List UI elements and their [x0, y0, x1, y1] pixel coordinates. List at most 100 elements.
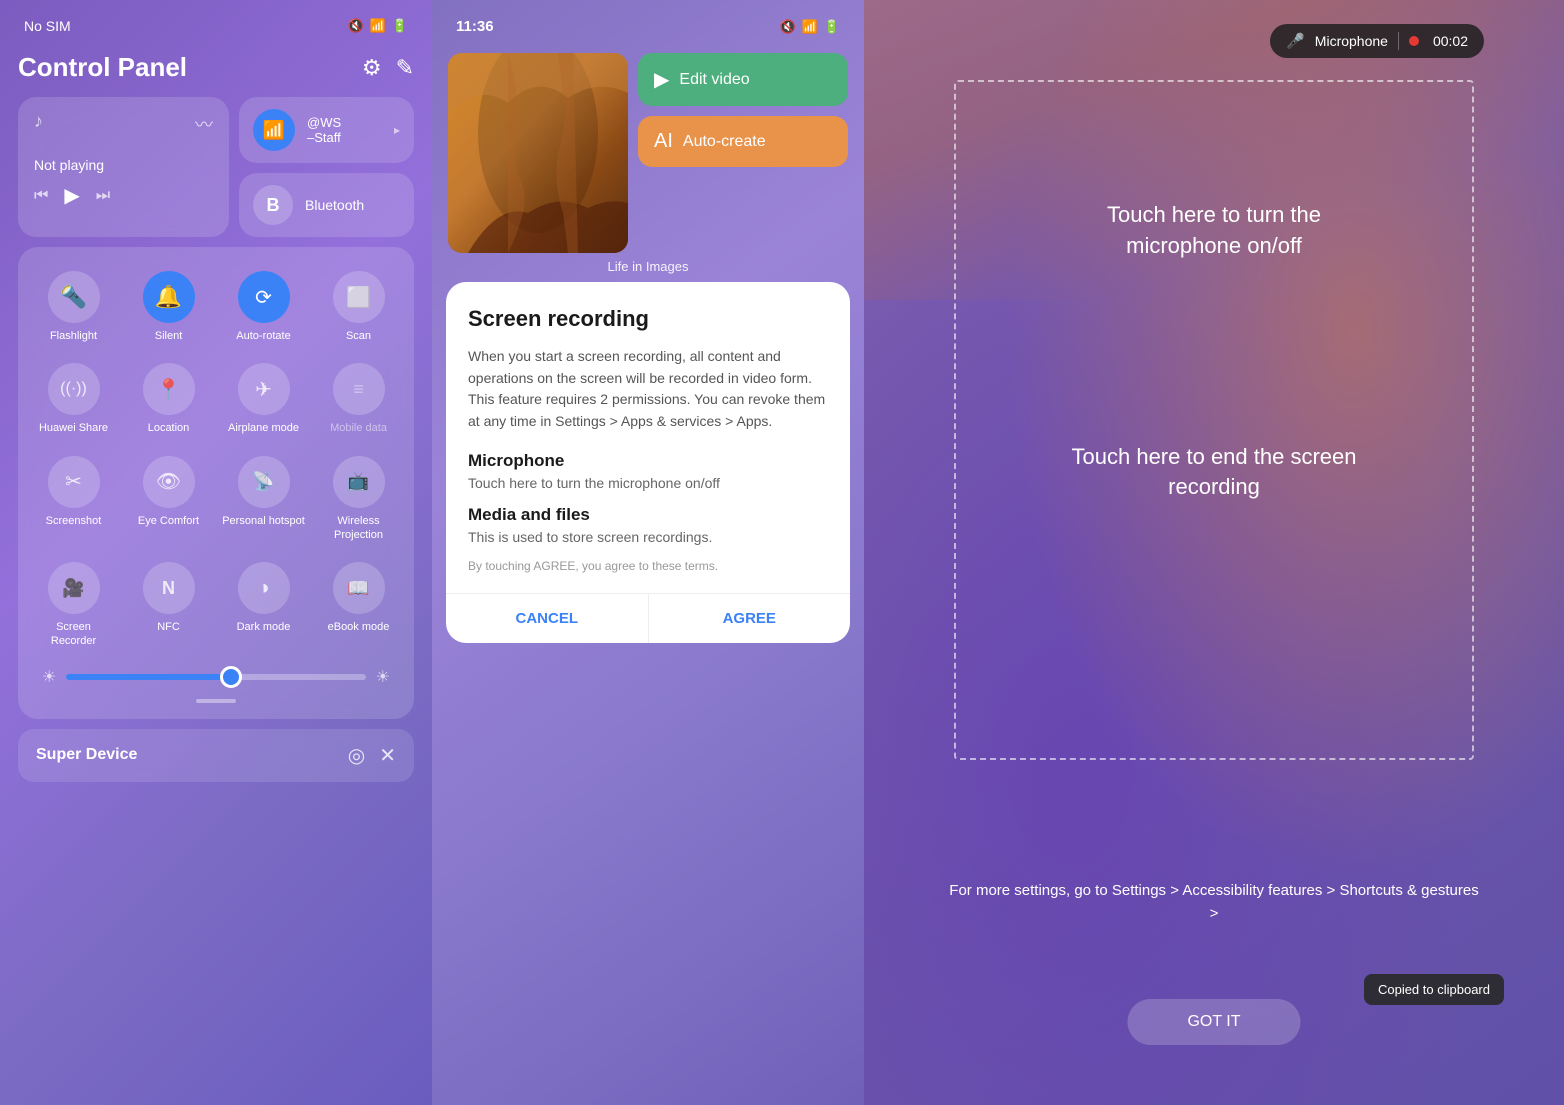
media-wifi-row: ♪ 〰 Not playing ⏮ ▶ ⏭ 📶 @WS: [18, 97, 414, 237]
nfc-circle: N: [143, 562, 195, 614]
eye-comfort-label: Eye Comfort: [138, 514, 199, 528]
dark-mode-circle: ◑: [238, 562, 290, 614]
brightness-row: ☀ ☀: [28, 657, 404, 691]
prev-button[interactable]: ⏮: [34, 187, 48, 205]
settings-hint-text: For more settings, go to Settings > Acce…: [944, 880, 1484, 925]
super-device-title: Super Device: [36, 746, 137, 764]
wifi-icon: 📶: [370, 18, 386, 34]
toggle-nfc[interactable]: N NFC: [123, 554, 214, 657]
no-sim-label: No SIM: [24, 18, 71, 34]
huawei-share-label: Huawei Share: [39, 421, 108, 435]
ebook-circle: 📖: [333, 562, 385, 614]
toggle-screenshot[interactable]: ✂ Screenshot: [28, 448, 119, 551]
screen-recording-panel: 11:36 🔇 📶 🔋: [432, 0, 864, 1105]
autorotate-label: Auto-rotate: [236, 329, 290, 343]
close-icon[interactable]: ✕: [379, 743, 396, 768]
scan-icon: ⬜: [346, 285, 371, 310]
status-icons-1: 🔇 📶 🔋: [347, 18, 408, 34]
wifi-icon-2: 📶: [802, 19, 818, 35]
mute-icon: 🔇: [347, 18, 363, 34]
brightness-thumb: [220, 666, 242, 688]
touch-end-instruction: Touch here to end the screen recording: [944, 442, 1484, 504]
toggle-mobile-data[interactable]: ≡ Mobile data: [313, 355, 404, 443]
edit-video-button[interactable]: ▶ Edit video: [638, 53, 848, 106]
perm-microphone-title: Microphone: [468, 451, 828, 471]
ebook-icon: 📖: [347, 578, 369, 599]
time-label: 11:36: [456, 18, 494, 35]
brightness-high-icon: ☀: [376, 667, 390, 687]
toggle-dark-mode[interactable]: ◑ Dark mode: [218, 554, 309, 657]
toggle-scan[interactable]: ⬜ Scan: [313, 263, 404, 351]
toggle-flashlight[interactable]: 🔦 Flashlight: [28, 263, 119, 351]
cp-title: Control Panel: [18, 52, 187, 83]
flashlight-icon: 🔦: [60, 284, 87, 310]
screenshot-icon: ✂: [65, 469, 82, 494]
screenshot-label: Screenshot: [46, 514, 102, 528]
toggle-autorotate[interactable]: ⟳ Auto-rotate: [218, 263, 309, 351]
status-icons-2: 🔇 📶 🔋: [779, 19, 840, 35]
wifi-indicator: 📶: [253, 109, 295, 151]
toggle-silent[interactable]: 🔔 Silent: [123, 263, 214, 351]
toggle-airplane[interactable]: ✈ Airplane mode: [218, 355, 309, 443]
brightness-fill: [66, 674, 231, 680]
settings-icon[interactable]: ⚙: [362, 55, 382, 81]
brightness-track[interactable]: [66, 674, 365, 680]
flashlight-label: Flashlight: [50, 329, 97, 343]
wifi-ssid-line1: @WS: [307, 115, 341, 130]
toggle-huawei-share[interactable]: ((·)) Huawei Share: [28, 355, 119, 443]
perm-media-desc: This is used to store screen recordings.: [468, 529, 828, 545]
got-it-button[interactable]: GOT IT: [1127, 999, 1300, 1045]
silent-label: Silent: [155, 329, 183, 343]
pull-bar: [196, 699, 236, 703]
next-button[interactable]: ⏭: [96, 187, 110, 205]
media-thumbnail: [448, 53, 628, 253]
bluetooth-card[interactable]: B Bluetooth: [239, 173, 414, 237]
toggle-screen-recorder[interactable]: 🎥 Screen Recorder: [28, 554, 119, 657]
toggle-hotspot[interactable]: 📡 Personal hotspot: [218, 448, 309, 551]
toggles-card: 🔦 Flashlight 🔔 Silent ⟳ Auto-rotate: [18, 247, 414, 719]
auto-create-button[interactable]: AI Auto-create: [638, 116, 848, 167]
bluetooth-icon: B: [267, 195, 280, 216]
super-device-bar: Super Device ◎ ✕: [18, 729, 414, 782]
touch-instructions: Touch here to turn the microphone on/off…: [864, 0, 1564, 503]
brightness-low-icon: ☀: [42, 667, 56, 687]
mobile-data-circle: ≡: [333, 363, 385, 415]
cancel-button[interactable]: CANCEL: [446, 594, 649, 643]
media-action-buttons: ▶ Edit video AI Auto-create: [638, 53, 848, 253]
status-bar-1: No SIM 🔇 📶 🔋: [0, 0, 432, 42]
agree-button[interactable]: AGREE: [649, 594, 851, 643]
target-icon[interactable]: ◎: [348, 743, 365, 768]
edit-icon[interactable]: ✎: [396, 55, 414, 81]
dialog-description: When you start a screen recording, all c…: [468, 346, 828, 433]
dark-mode-icon: ◑: [257, 577, 269, 600]
wireless-proj-label: Wireless Projection: [317, 514, 400, 543]
wireless-proj-icon: 📺: [347, 471, 369, 492]
toggle-ebook[interactable]: 📖 eBook mode: [313, 554, 404, 657]
wireless-proj-circle: 📺: [333, 456, 385, 508]
play-button[interactable]: ▶: [64, 183, 79, 208]
airplane-circle: ✈: [238, 363, 290, 415]
wifi-card[interactable]: 📶 @WS –Staff ▸: [239, 97, 414, 163]
toggle-wireless-proj[interactable]: 📺 Wireless Projection: [313, 448, 404, 551]
nfc-label: NFC: [157, 620, 180, 634]
recording-active-panel: 🎤 Microphone 00:02 Touch here to turn th…: [864, 0, 1564, 1105]
toggle-eye-comfort[interactable]: 👁 Eye Comfort: [123, 448, 214, 551]
toggles-grid: 🔦 Flashlight 🔔 Silent ⟳ Auto-rotate: [28, 263, 404, 657]
wifi-ssid-line2: –Staff: [307, 130, 341, 145]
cp-header: Control Panel ⚙ ✎: [18, 52, 414, 83]
airplane-icon: ✈: [255, 377, 272, 402]
toggle-location[interactable]: 📍 Location: [123, 355, 214, 443]
perm-media-title: Media and files: [468, 505, 828, 525]
mute-icon-2: 🔇: [779, 19, 795, 35]
screen-recorder-icon: 🎥: [62, 578, 84, 599]
flashlight-circle: 🔦: [48, 271, 100, 323]
screen-recorder-circle: 🎥: [48, 562, 100, 614]
canyon-image: [448, 53, 628, 253]
dialog-terms: By touching AGREE, you agree to these te…: [468, 559, 828, 573]
screen-recorder-label: Screen Recorder: [32, 620, 115, 649]
pull-indicator: [28, 699, 404, 703]
clipboard-toast-text: Copied to clipboard: [1378, 982, 1490, 997]
screen-recording-dialog: Screen recording When you start a screen…: [446, 282, 850, 643]
location-circle: 📍: [143, 363, 195, 415]
scan-label: Scan: [346, 329, 371, 343]
